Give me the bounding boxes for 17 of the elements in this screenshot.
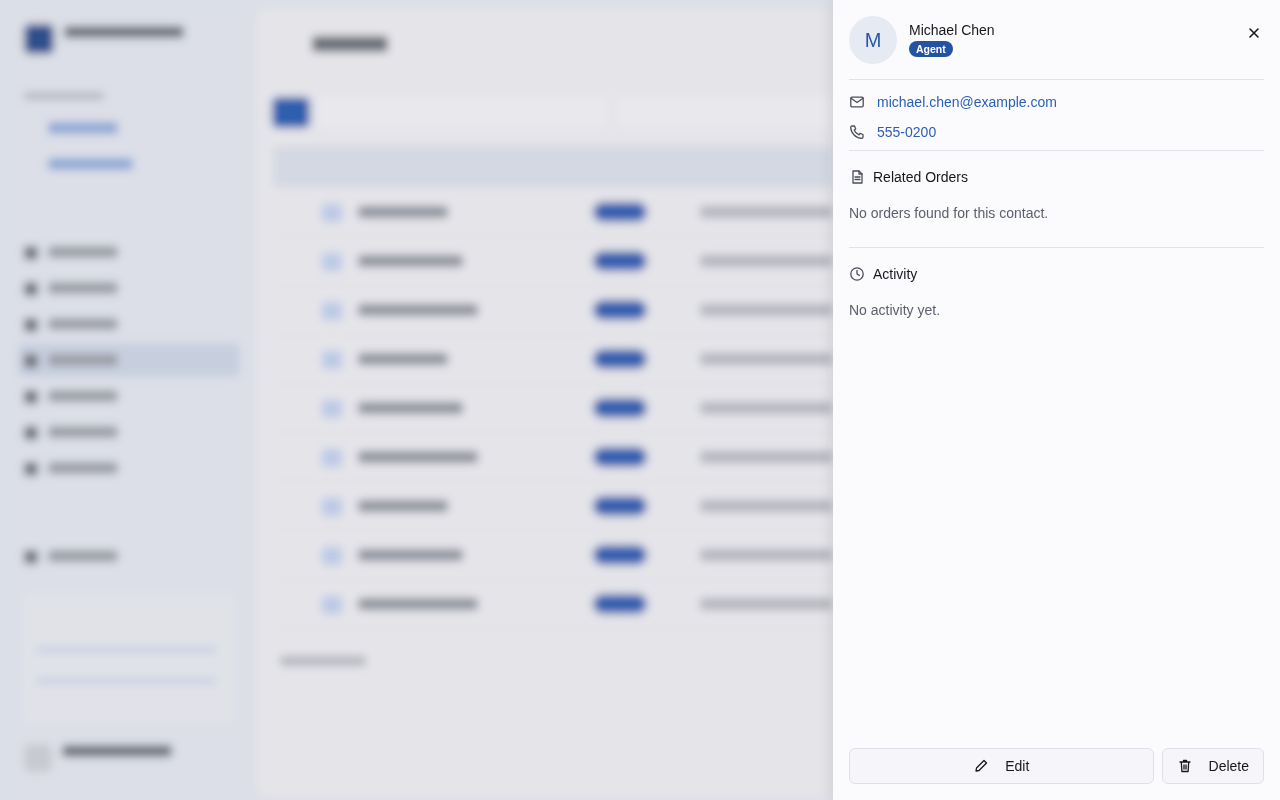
pencil-icon: [973, 758, 990, 774]
email-link[interactable]: michael.chen@example.com: [877, 94, 1057, 110]
avatar: M: [849, 16, 897, 64]
clock-icon: [849, 266, 865, 282]
type-badge: Agent: [909, 41, 953, 57]
document-icon: [849, 169, 865, 185]
empty-message: No orders found for this contact.: [849, 205, 1050, 221]
phone-icon: [849, 124, 865, 140]
edit-button[interactable]: Edit: [849, 748, 1154, 784]
close-icon: [1246, 25, 1262, 41]
section-title: Activity: [873, 266, 918, 282]
contact-name: Michael Chen: [909, 22, 995, 38]
delete-button[interactable]: Delete: [1161, 748, 1264, 784]
section-title: Related Orders: [873, 169, 968, 185]
mail-icon: [849, 94, 865, 110]
phone-link[interactable]: 555-0200: [877, 124, 937, 140]
empty-message: No activity yet.: [849, 302, 942, 318]
